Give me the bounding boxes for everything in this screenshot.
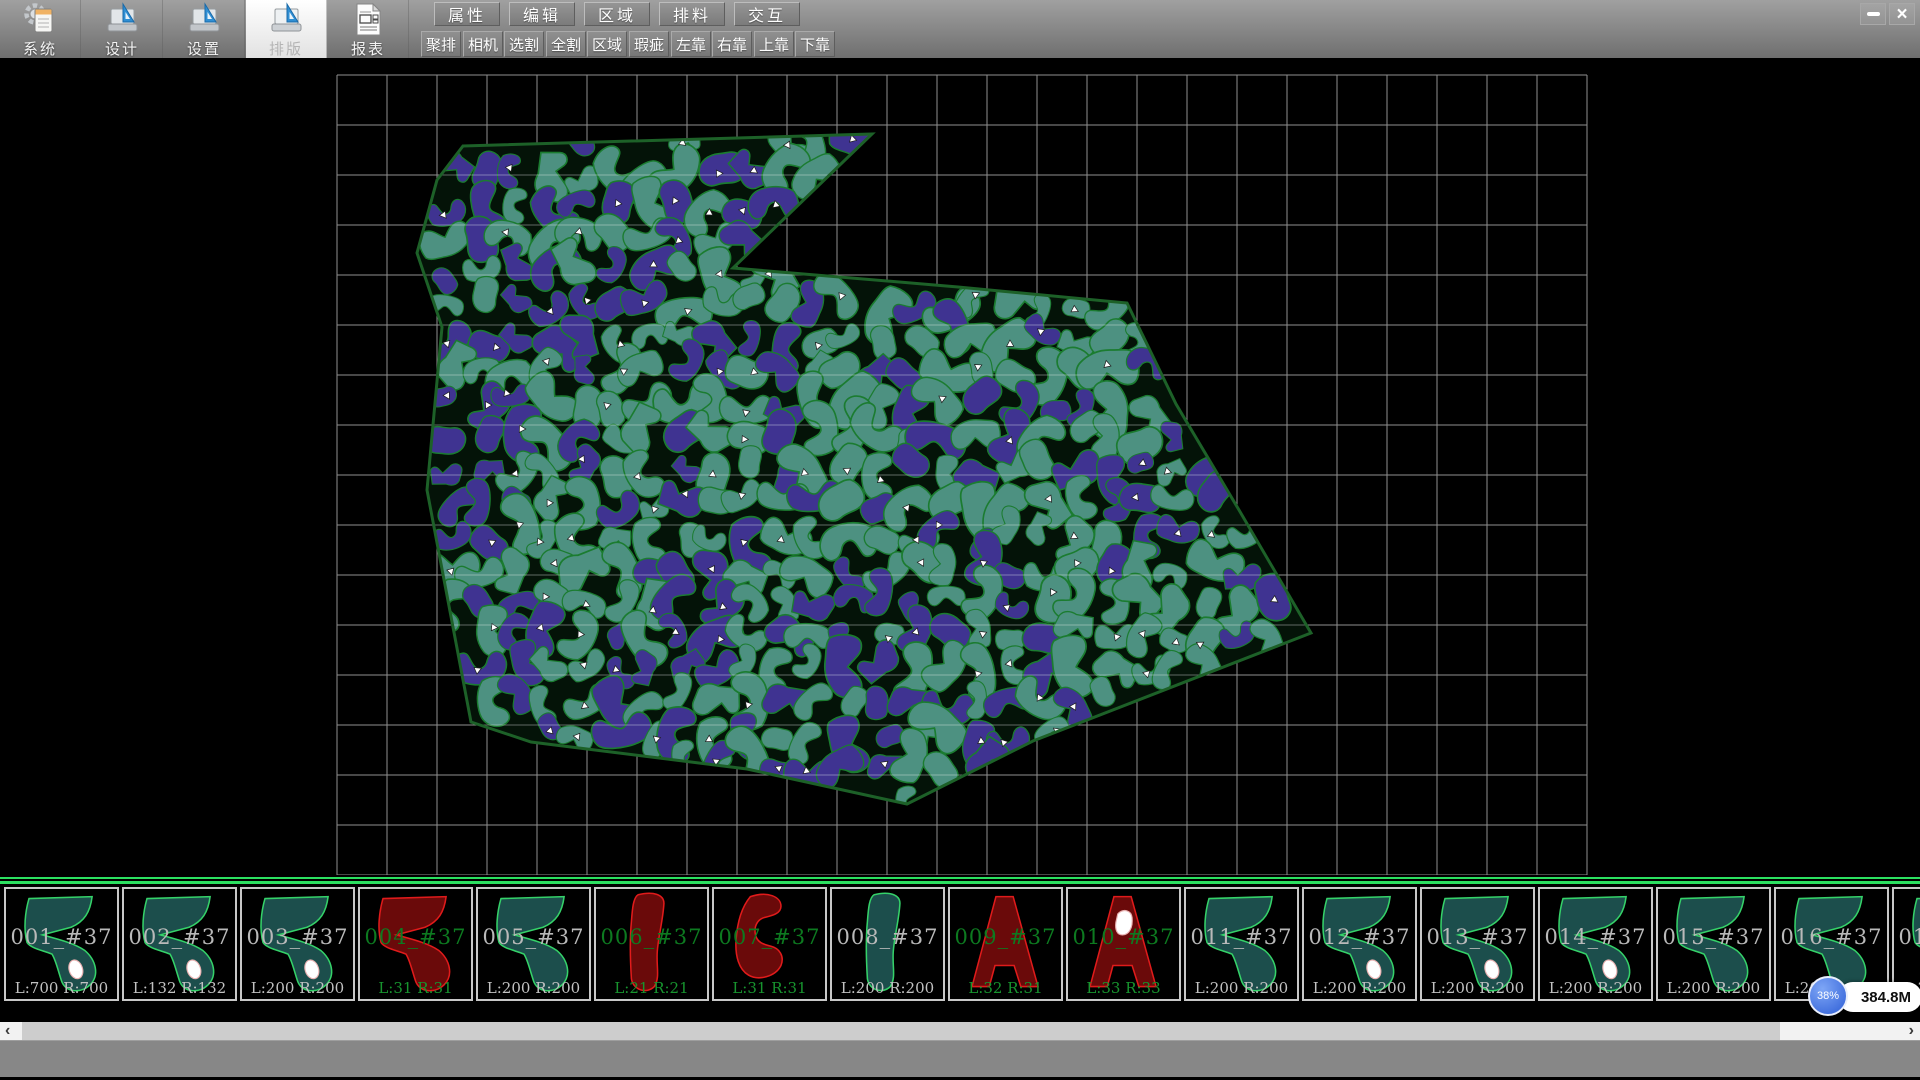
scroll-right-icon[interactable]: › — [1909, 1022, 1914, 1040]
piece-shape — [832, 889, 943, 999]
piece-thumbnail-004_#37[interactable]: 004_#37L:31 R:31 — [358, 887, 473, 1001]
piece-shape — [360, 889, 471, 999]
settings-icon — [186, 1, 223, 38]
piece-shape — [6, 889, 117, 999]
tool-button-1[interactable]: 聚排 — [421, 31, 461, 57]
memory-value: 384.8M — [1861, 989, 1911, 1006]
piece-shape — [1422, 889, 1533, 999]
tool-button-2[interactable]: 相机 — [463, 31, 503, 57]
menu-tab-4[interactable]: 排料 — [659, 2, 725, 26]
title-bar: 系统设计设置排版报表 属性编辑区域排料交互 聚排相机选割全割区域瑕疵左靠右靠上靠… — [0, 0, 1920, 59]
app-button-label: 排版 — [269, 38, 303, 59]
application-window: 系统设计设置排版报表 属性编辑区域排料交互 聚排相机选割全割区域瑕疵左靠右靠上靠… — [0, 0, 1920, 1080]
hide-nesting-drawing — [0, 58, 1920, 875]
tool-button-6[interactable]: 瑕疵 — [629, 31, 669, 57]
piece-shape — [714, 889, 825, 999]
system-icon — [22, 1, 59, 38]
app-button-4[interactable]: 排版 — [246, 0, 327, 58]
piece-shape — [1540, 889, 1651, 999]
piece-thumbnail-005_#37[interactable]: 005_#37L:200 R:200 — [476, 887, 591, 1001]
strip-accent-line — [0, 881, 1920, 884]
progress-badge[interactable]: 384.8M 38% — [1808, 976, 1920, 1018]
progress-percent-value: 38% — [1817, 990, 1839, 1002]
piece-shape — [242, 889, 353, 999]
strip-accent-line — [0, 877, 1920, 879]
piece-thumbnail-003_#37[interactable]: 003_#37L:200 R:200 — [240, 887, 355, 1001]
menu-tab-1[interactable]: 属性 — [434, 2, 500, 26]
piece-thumbnail-001_#37[interactable]: 001_#37L:700 R:700 — [4, 887, 119, 1001]
piece-thumbnail-013_#37[interactable]: 013_#37L:200 R:200 — [1420, 887, 1535, 1001]
tool-button-8[interactable]: 右靠 — [712, 31, 752, 57]
piece-shape — [1068, 889, 1179, 999]
status-bar — [0, 1040, 1920, 1077]
app-button-3[interactable]: 设置 — [164, 0, 245, 58]
piece-thumbnail-009_#37[interactable]: 009_#37L:32 R:31 — [948, 887, 1063, 1001]
memory-indicator: 384.8M — [1838, 982, 1920, 1012]
tool-button-5[interactable]: 区域 — [587, 31, 627, 57]
tool-button-3[interactable]: 选割 — [504, 31, 544, 57]
tool-button-7[interactable]: 左靠 — [671, 31, 711, 57]
app-button-2[interactable]: 设计 — [82, 0, 163, 58]
piece-thumbnail-007_#37[interactable]: 007_#37L:31 R:31 — [712, 887, 827, 1001]
piece-shape — [124, 889, 235, 999]
piece-thumbnail-008_#37[interactable]: 008_#37L:200 R:200 — [830, 887, 945, 1001]
horizontal-scrollbar[interactable]: ‹ › — [0, 1022, 1920, 1040]
scroll-left-icon[interactable]: ‹ — [5, 1022, 10, 1040]
nesting-canvas[interactable] — [0, 58, 1920, 875]
close-button[interactable]: × — [1889, 3, 1915, 25]
menu-tab-5[interactable]: 交互 — [734, 2, 800, 26]
piece-thumbnail-002_#37[interactable]: 002_#37L:132 R:132 — [122, 887, 237, 1001]
menu-tab-2[interactable]: 编辑 — [509, 2, 575, 26]
nesting-icon — [268, 1, 305, 38]
report-icon — [350, 1, 387, 38]
app-button-label: 系统 — [23, 38, 57, 59]
piece-shape — [478, 889, 589, 999]
app-button-1[interactable]: 系统 — [0, 0, 81, 58]
app-button-label: 报表 — [351, 38, 385, 59]
app-button-5[interactable]: 报表 — [328, 0, 409, 58]
piece-thumbnail-015_#37[interactable]: 015_#37L:200 R:200 — [1656, 887, 1771, 1001]
piece-thumbnail-list: 001_#37L:700 R:700002_#37L:132 R:132003_… — [4, 887, 1920, 1001]
tool-button-4[interactable]: 全割 — [546, 31, 586, 57]
piece-shape — [950, 889, 1061, 999]
piece-shape — [1186, 889, 1297, 999]
piece-shape — [596, 889, 707, 999]
app-button-label: 设置 — [187, 38, 221, 59]
minimize-button[interactable] — [1860, 3, 1886, 25]
piece-thumbnail-012_#37[interactable]: 012_#37L:200 R:200 — [1302, 887, 1417, 1001]
piece-thumbnail-011_#37[interactable]: 011_#37L:200 R:200 — [1184, 887, 1299, 1001]
menu-tab-3[interactable]: 区域 — [584, 2, 650, 26]
piece-thumbnail-010_#37[interactable]: 010_#37L:33 R:33 — [1066, 887, 1181, 1001]
piece-shape — [1658, 889, 1769, 999]
tool-button-9[interactable]: 上靠 — [754, 31, 794, 57]
progress-percent-circle: 38% — [1808, 976, 1848, 1016]
minus-icon — [1867, 12, 1880, 16]
x-icon: × — [1896, 5, 1907, 24]
piece-thumbnail-006_#37[interactable]: 006_#37L:21 R:21 — [594, 887, 709, 1001]
piece-shape — [1304, 889, 1415, 999]
app-button-label: 设计 — [105, 38, 139, 59]
scrollbar-thumb[interactable] — [22, 1022, 1780, 1040]
design-icon — [104, 1, 141, 38]
piece-list-panel: 001_#37L:700 R:700002_#37L:132 R:132003_… — [0, 875, 1920, 1022]
piece-thumbnail-014_#37[interactable]: 014_#37L:200 R:200 — [1538, 887, 1653, 1001]
tool-button-10[interactable]: 下靠 — [795, 31, 835, 57]
